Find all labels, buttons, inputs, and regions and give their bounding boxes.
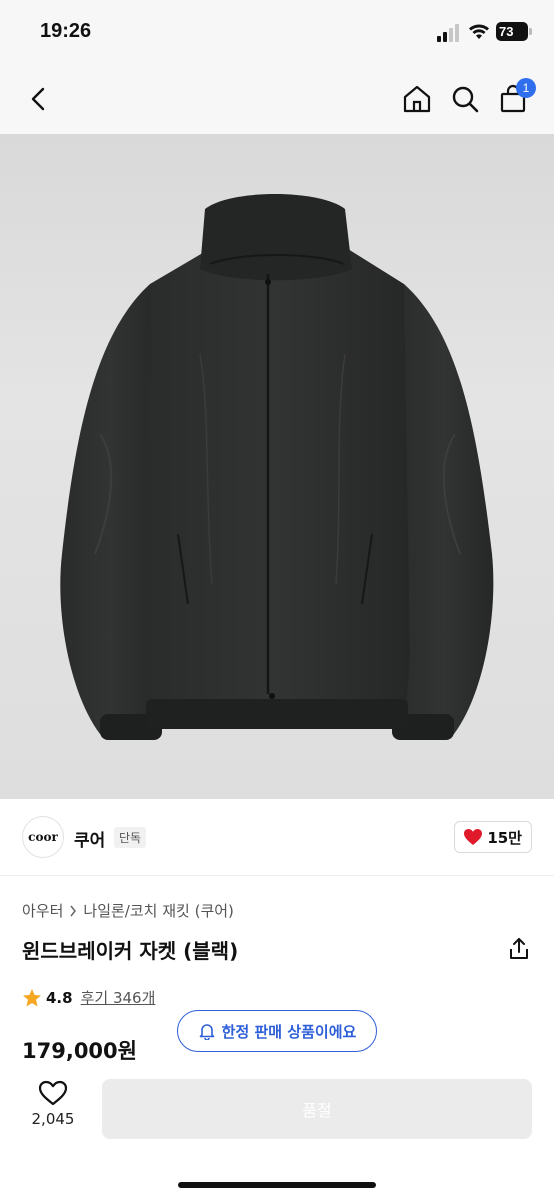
exclusive-tag: 단독 [114, 827, 147, 848]
product-image[interactable] [0, 134, 554, 799]
brand-row[interactable]: coor 쿠어 단독 15만 [0, 800, 554, 876]
wishlist-count: 2,045 [31, 1110, 75, 1128]
search-button[interactable] [446, 80, 484, 118]
home-icon [403, 85, 431, 113]
brand-like-button[interactable]: 15만 [454, 821, 532, 853]
wifi-icon [469, 24, 489, 39]
chevron-right-icon [70, 905, 77, 916]
jacket-illustration [60, 194, 494, 740]
back-button[interactable] [20, 80, 58, 118]
share-button[interactable] [506, 936, 532, 962]
review-count-link[interactable]: 후기 346개 [81, 987, 156, 1008]
sold-out-button[interactable]: 품절 [102, 1079, 532, 1139]
cart-button[interactable]: 1 [494, 78, 536, 118]
battery-cap [529, 28, 532, 35]
status-time: 19:26 [40, 20, 92, 42]
home-button[interactable] [398, 80, 436, 118]
cart-count-badge: 1 [516, 78, 536, 98]
brand-like-count: 15만 [487, 828, 522, 847]
rating-row: 4.8 후기 346개 [22, 987, 155, 1008]
breadcrumb: 아우터 나일론/코치 재킷 (쿠어) [22, 900, 234, 921]
back-arrow-icon [31, 87, 45, 111]
top-nav-bar: 1 [0, 66, 554, 134]
wishlist-button[interactable]: 2,045 [22, 1080, 84, 1140]
share-icon [510, 938, 528, 959]
limited-sale-badge[interactable]: 한정 판매 상품이에요 [177, 1010, 377, 1052]
battery-indicator: 73 [496, 22, 528, 41]
heart-outline-icon [38, 1080, 68, 1106]
heart-filled-icon [464, 829, 483, 845]
product-price: 179,000원 [22, 1039, 137, 1063]
bell-icon [199, 1024, 214, 1040]
cellular-signal-icon [437, 24, 459, 42]
status-bar: 19:26 73 [0, 0, 554, 66]
brand-name[interactable]: 쿠어 [74, 826, 105, 851]
breadcrumb-category[interactable]: 아우터 [22, 900, 63, 921]
breadcrumb-subcategory[interactable]: 나일론/코치 재킷 (쿠어) [83, 900, 234, 921]
brand-logo[interactable]: coor [22, 816, 64, 858]
search-icon [452, 86, 479, 113]
product-title: 윈드브레이커 자켓 (블랙) [22, 939, 239, 963]
home-indicator [178, 1182, 376, 1188]
limited-sale-text: 한정 판매 상품이에요 [221, 1022, 357, 1041]
rating-score: 4.8 [46, 988, 73, 1007]
star-icon [23, 988, 41, 1006]
